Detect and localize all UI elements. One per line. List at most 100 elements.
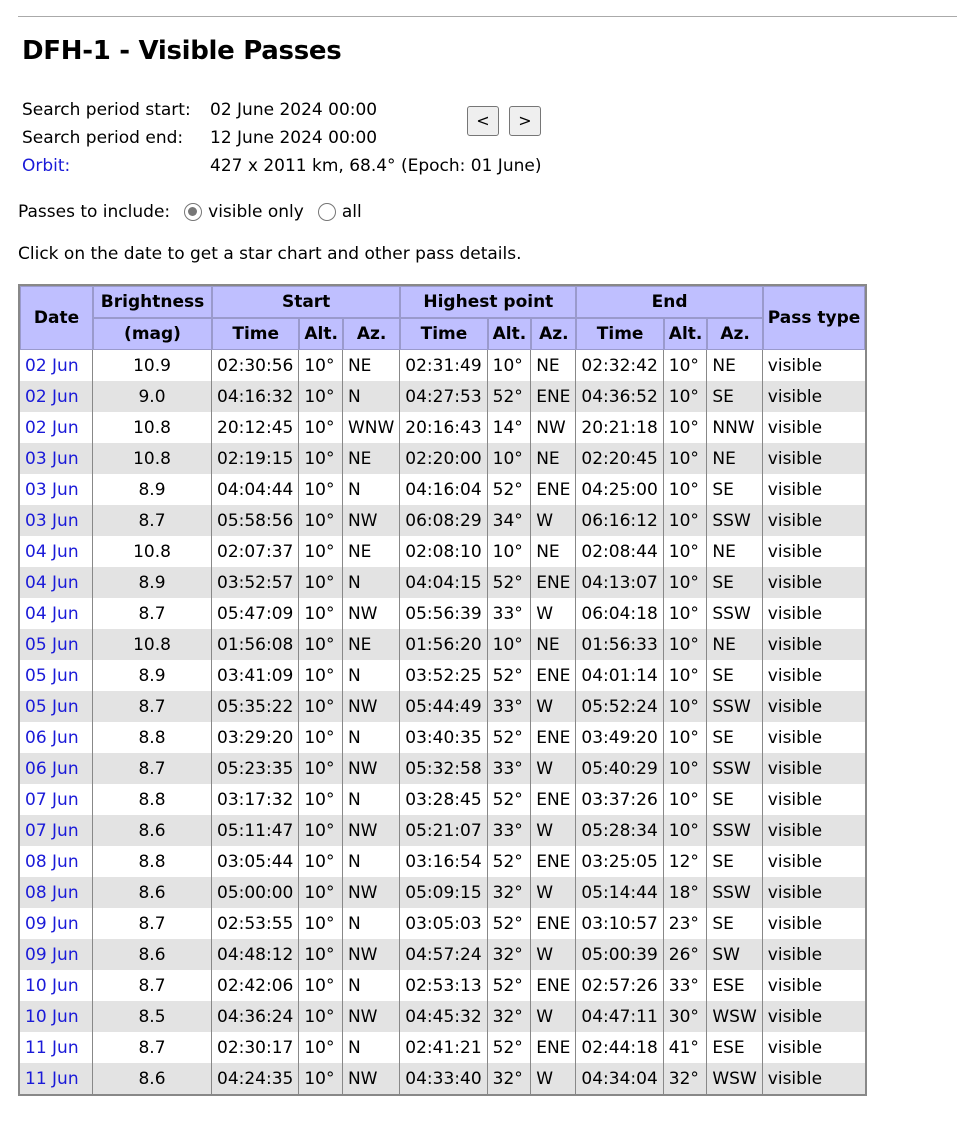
table-row[interactable]: 02 Jun 10.9 02:30:56 10° NE 02:31:49 10° NE 02:3… — [20, 350, 866, 381]
cell-highest-alt: 34° — [487, 505, 532, 536]
cell-date[interactable]: 06 Jun — [20, 722, 93, 753]
table-row[interactable]: 05 Jun 10.8 01:56:08 10° NE 01:56:20 10° NE 01:5… — [20, 629, 866, 660]
radio-all[interactable] — [317, 203, 336, 221]
table-row[interactable]: 08 Jun 8.8 03:05:44 10° N 03:16:54 52° ENE 03:25… — [20, 846, 866, 877]
table-row[interactable]: 04 Jun 8.7 05:47:09 10° NW 05:56:39 33° W 06:04:… — [20, 598, 866, 629]
cell-end-time: 02:32:42 — [576, 350, 664, 381]
cell-end-time: 02:08:44 — [576, 536, 664, 567]
cell-end-az: SE — [707, 722, 763, 753]
cell-date[interactable]: 06 Jun — [20, 753, 93, 784]
cell-date[interactable]: 03 Jun — [20, 474, 93, 505]
cell-date[interactable]: 03 Jun — [20, 443, 93, 474]
radio-all-label[interactable]: all — [342, 202, 362, 222]
table-row[interactable]: 04 Jun 8.9 03:52:57 10° N 04:04:15 52° ENE 04:13… — [20, 567, 866, 598]
cell-end-alt: 10° — [663, 660, 708, 691]
cell-end-time: 20:21:18 — [576, 412, 664, 443]
cell-date[interactable]: 02 Jun — [20, 381, 93, 412]
cell-start-alt: 10° — [299, 1063, 343, 1094]
cell-start-az: NW — [342, 1063, 401, 1094]
cell-pass-type: visible — [762, 970, 866, 1001]
cell-start-time: 04:16:32 — [212, 381, 300, 412]
cell-highest-az: ENE — [531, 970, 577, 1001]
previous-period-button[interactable]: < — [467, 106, 499, 136]
table-row[interactable]: 04 Jun 10.8 02:07:37 10° NE 02:08:10 10° NE 02:0… — [20, 536, 866, 567]
cell-end-alt: 10° — [663, 412, 708, 443]
cell-end-az: SE — [707, 846, 763, 877]
cell-highest-alt: 52° — [487, 722, 532, 753]
orbit-row: Orbit: 427 x 2011 km, 68.4° (Epoch: 01 J… — [22, 152, 541, 180]
cell-end-time: 05:14:44 — [576, 877, 664, 908]
cell-date[interactable]: 08 Jun — [20, 877, 93, 908]
cell-date[interactable]: 02 Jun — [20, 412, 93, 443]
table-row[interactable]: 07 Jun 8.6 05:11:47 10° NW 05:21:07 33° W 05:28:… — [20, 815, 866, 846]
cell-highest-az: W — [531, 505, 577, 536]
table-row[interactable]: 10 Jun 8.5 04:36:24 10° NW 04:45:32 32° W 04:47:… — [20, 1001, 866, 1032]
radio-visible-only[interactable] — [184, 203, 203, 221]
cell-brightness: 10.8 — [93, 443, 212, 474]
cell-highest-time: 04:16:04 — [400, 474, 488, 505]
table-row[interactable]: 03 Jun 10.8 02:19:15 10° NE 02:20:00 10° NE 02:2… — [20, 443, 866, 474]
cell-start-time: 02:19:15 — [212, 443, 300, 474]
cell-date[interactable]: 09 Jun — [20, 908, 93, 939]
cell-date[interactable]: 04 Jun — [20, 536, 93, 567]
cell-date[interactable]: 02 Jun — [20, 350, 93, 381]
cell-start-time: 02:07:37 — [212, 536, 300, 567]
table-row[interactable]: 07 Jun 8.8 03:17:32 10° N 03:28:45 52° ENE 03:37… — [20, 784, 866, 815]
header-date: Date — [20, 286, 93, 350]
cell-highest-az: ENE — [531, 474, 577, 505]
cell-highest-alt: 52° — [487, 660, 532, 691]
cell-brightness: 8.8 — [93, 846, 212, 877]
cell-date[interactable]: 08 Jun — [20, 846, 93, 877]
cell-start-time: 03:41:09 — [212, 660, 300, 691]
cell-date[interactable]: 05 Jun — [20, 691, 93, 722]
next-period-button[interactable]: > — [509, 106, 541, 136]
cell-pass-type: visible — [762, 474, 866, 505]
cell-date[interactable]: 10 Jun — [20, 970, 93, 1001]
table-row[interactable]: 11 Jun 8.7 02:30:17 10° N 02:41:21 52° ENE 02:44… — [20, 1032, 866, 1063]
cell-end-alt: 18° — [663, 877, 708, 908]
cell-date[interactable]: 11 Jun — [20, 1063, 93, 1094]
cell-date[interactable]: 07 Jun — [20, 815, 93, 846]
table-row[interactable]: 02 Jun 10.8 20:12:45 10° WNW 20:16:43 14° NW 20:… — [20, 412, 866, 443]
table-row[interactable]: 05 Jun 8.7 05:35:22 10° NW 05:44:49 33° W 05:52:… — [20, 691, 866, 722]
table-row[interactable]: 05 Jun 8.9 03:41:09 10° N 03:52:25 52° ENE 04:01… — [20, 660, 866, 691]
cell-start-az: N — [342, 846, 401, 877]
cell-start-az: N — [342, 474, 401, 505]
table-row[interactable]: 06 Jun 8.8 03:29:20 10° N 03:40:35 52° ENE 03:49… — [20, 722, 866, 753]
cell-start-alt: 10° — [299, 443, 343, 474]
header-row-2: (mag) Time Alt. Az. Time Alt. Az. Time A… — [20, 318, 865, 350]
cell-date[interactable]: 09 Jun — [20, 939, 93, 970]
cell-date[interactable]: 10 Jun — [20, 1001, 93, 1032]
cell-date[interactable]: 04 Jun — [20, 598, 93, 629]
cell-highest-alt: 32° — [487, 1001, 532, 1032]
header-end: End — [576, 286, 763, 318]
cell-date[interactable]: 11 Jun — [20, 1032, 93, 1063]
cell-start-alt: 10° — [299, 877, 343, 908]
header-pass-type: Pass type — [762, 286, 866, 350]
header-start: Start — [212, 286, 401, 318]
cell-date[interactable]: 04 Jun — [20, 567, 93, 598]
table-row[interactable]: 09 Jun 8.7 02:53:55 10° N 03:05:03 52° ENE 03:10… — [20, 908, 866, 939]
cell-pass-type: visible — [762, 443, 866, 474]
table-row[interactable]: 11 Jun 8.6 04:24:35 10° NW 04:33:40 32° W 04:34:… — [20, 1063, 866, 1094]
cell-pass-type: visible — [762, 567, 866, 598]
table-row[interactable]: 06 Jun 8.7 05:23:35 10° NW 05:32:58 33° W 05:40:… — [20, 753, 866, 784]
cell-date[interactable]: 07 Jun — [20, 784, 93, 815]
table-row[interactable]: 03 Jun 8.7 05:58:56 10° NW 06:08:29 34° W 06:16:… — [20, 505, 866, 536]
orbit-link[interactable]: Orbit: — [22, 156, 70, 176]
radio-visible-only-label[interactable]: visible only — [208, 202, 304, 222]
table-row[interactable]: 10 Jun 8.7 02:42:06 10° N 02:53:13 52° ENE 02:57… — [20, 970, 866, 1001]
table-row[interactable]: 03 Jun 8.9 04:04:44 10° N 04:16:04 52° ENE 04:25… — [20, 474, 866, 505]
cell-end-time: 04:36:52 — [576, 381, 664, 412]
cell-start-alt: 10° — [299, 412, 343, 443]
cell-pass-type: visible — [762, 722, 866, 753]
cell-highest-alt: 32° — [487, 939, 532, 970]
table-row[interactable]: 09 Jun 8.6 04:48:12 10° NW 04:57:24 32° W 05:00:… — [20, 939, 866, 970]
table-row[interactable]: 08 Jun 8.6 05:00:00 10° NW 05:09:15 32° W 05:14:… — [20, 877, 866, 908]
table-row[interactable]: 02 Jun 9.0 04:16:32 10° N 04:27:53 52° ENE 04:36… — [20, 381, 866, 412]
cell-date[interactable]: 05 Jun — [20, 660, 93, 691]
cell-end-az: SE — [707, 567, 763, 598]
cell-start-az: NE — [342, 536, 401, 567]
cell-date[interactable]: 03 Jun — [20, 505, 93, 536]
cell-date[interactable]: 05 Jun — [20, 629, 93, 660]
